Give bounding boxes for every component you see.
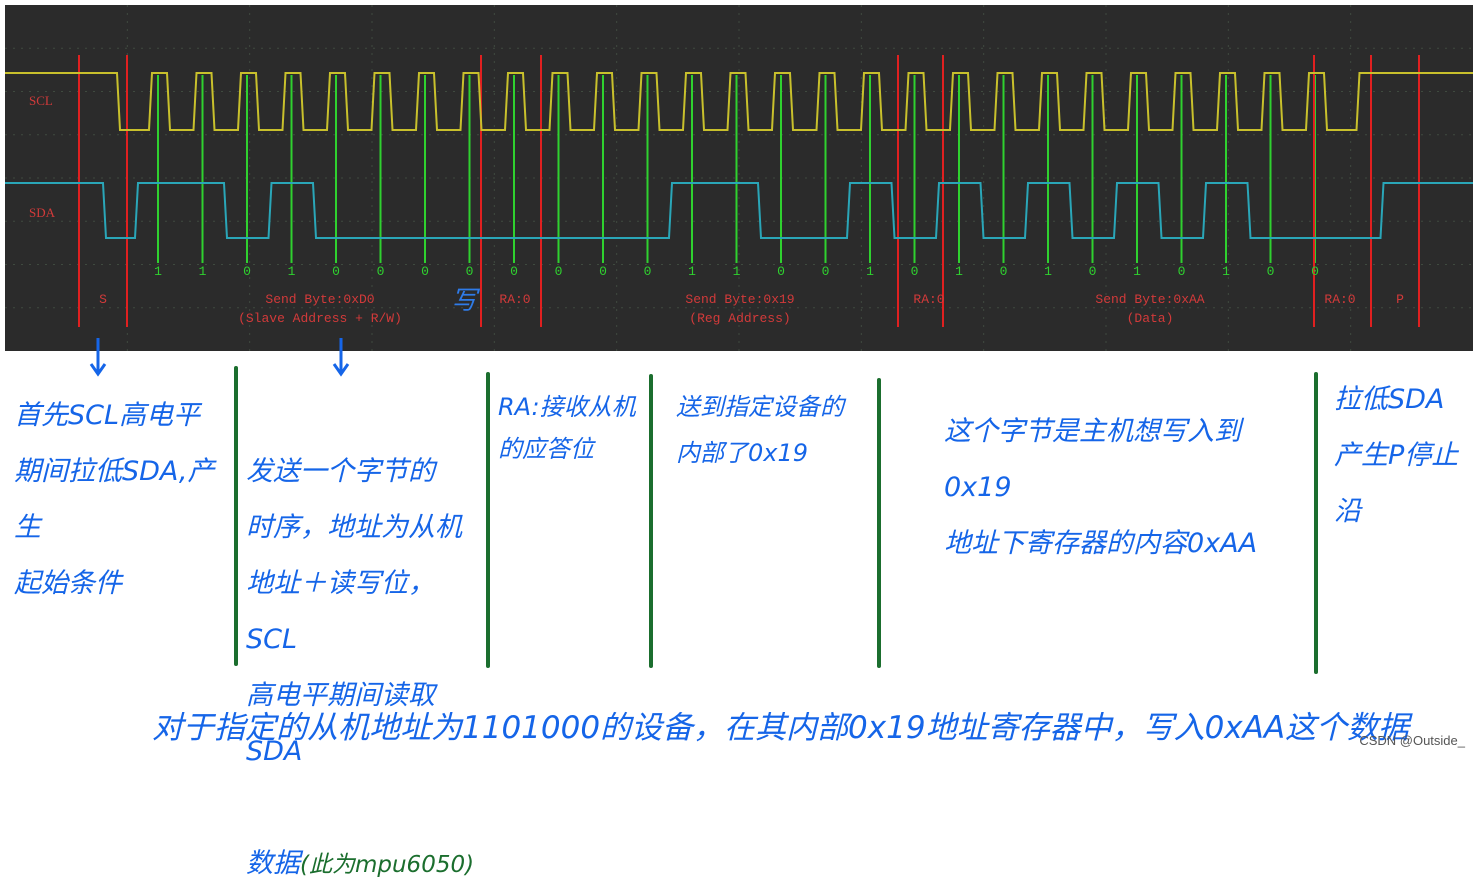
bit-label: 0 xyxy=(421,264,429,279)
separator-1 xyxy=(234,366,238,666)
separator-5 xyxy=(1314,372,1318,674)
segment-label: RA:0 xyxy=(499,292,530,307)
scl-channel-label: SCL xyxy=(29,93,53,108)
bit-label: 0 xyxy=(777,264,785,279)
bit-label: 0 xyxy=(555,264,563,279)
bit-label: 1 xyxy=(288,264,296,279)
bit-label: 1 xyxy=(688,264,696,279)
note-start-condition: 首先SCL高电平 期间拉低SDA,产生 起始条件 xyxy=(14,400,215,599)
separator-2 xyxy=(486,372,490,668)
summary-caption: 对于指定的从机地址为1101000的设备，在其内部0x19地址寄存器中，写入0x… xyxy=(152,710,1410,746)
bit-label: 0 xyxy=(1267,264,1275,279)
bit-label: 1 xyxy=(866,264,874,279)
note-byte-timing-tail: 数据 xyxy=(246,848,300,879)
bit-label: 1 xyxy=(154,264,162,279)
bit-label: 1 xyxy=(1044,264,1052,279)
segment-sublabel: (Data) xyxy=(1127,311,1174,326)
separator-4 xyxy=(877,378,881,668)
segment-label: Send Byte:0xD0 xyxy=(265,292,374,307)
bit-label: 1 xyxy=(955,264,963,279)
note-ack-bit: RA:接收从机 的应答位 xyxy=(498,393,636,463)
separator-3 xyxy=(649,374,653,668)
sda-channel-label: SDA xyxy=(29,205,56,220)
note-byte-timing-paren: (此为mpu6050) xyxy=(300,852,475,878)
note-byte-timing: 发送一个字节的 时序，地址为从机 地址＋读写位，SCL 高电平期间读取SDA 数… xyxy=(246,388,486,893)
segment-sublabel: (Slave Address + R/W) xyxy=(238,311,402,326)
bit-label: 0 xyxy=(599,264,607,279)
oscilloscope-capture: SCL SDA 1 1 0 1 0 0 0 0 0 0 0 0 1 1 0 0 1 0 1 0 1 0 1 0 1 0 0 S Sen… xyxy=(5,5,1473,351)
bit-label: 0 xyxy=(1178,264,1186,279)
note-data-byte: 这个字节是主机想写入到0x19 地址下寄存器的内容0xAA xyxy=(944,416,1258,559)
bit-label: 1 xyxy=(1133,264,1141,279)
watermark: CSDN @Outside_ xyxy=(1359,733,1465,748)
bit-label: 0 xyxy=(377,264,385,279)
bit-label: 0 xyxy=(644,264,652,279)
bit-label: 0 xyxy=(510,264,518,279)
bit-label: 0 xyxy=(332,264,340,279)
arrow-down-start xyxy=(89,338,107,377)
note-stop-condition: 拉低SDA 产生P停止沿 xyxy=(1334,384,1459,527)
bit-label: 0 xyxy=(466,264,474,279)
bit-label: 0 xyxy=(1000,264,1008,279)
segment-label: Send Byte:0x19 xyxy=(685,292,794,307)
arrow-down-byte xyxy=(332,338,350,377)
bit-label: 0 xyxy=(1089,264,1097,279)
write-mark: 写 xyxy=(451,286,481,316)
bit-label: 0 xyxy=(1311,264,1319,279)
segment-label: S xyxy=(99,292,107,307)
segment-label: RA:0 xyxy=(1324,292,1355,307)
note-reg-address: 送到指定设备的 内部了0x19 xyxy=(676,393,844,467)
bit-label: 1 xyxy=(199,264,207,279)
segment-label: Send Byte:0xAA xyxy=(1095,292,1204,307)
segment-label: P xyxy=(1396,292,1404,307)
bit-label: 1 xyxy=(733,264,741,279)
segment-label: RA:0 xyxy=(913,292,944,307)
bit-label: 0 xyxy=(822,264,830,279)
bit-label: 0 xyxy=(243,264,251,279)
segment-sublabel: (Reg Address) xyxy=(689,311,790,326)
bit-label: 1 xyxy=(1222,264,1230,279)
bit-label: 0 xyxy=(911,264,919,279)
